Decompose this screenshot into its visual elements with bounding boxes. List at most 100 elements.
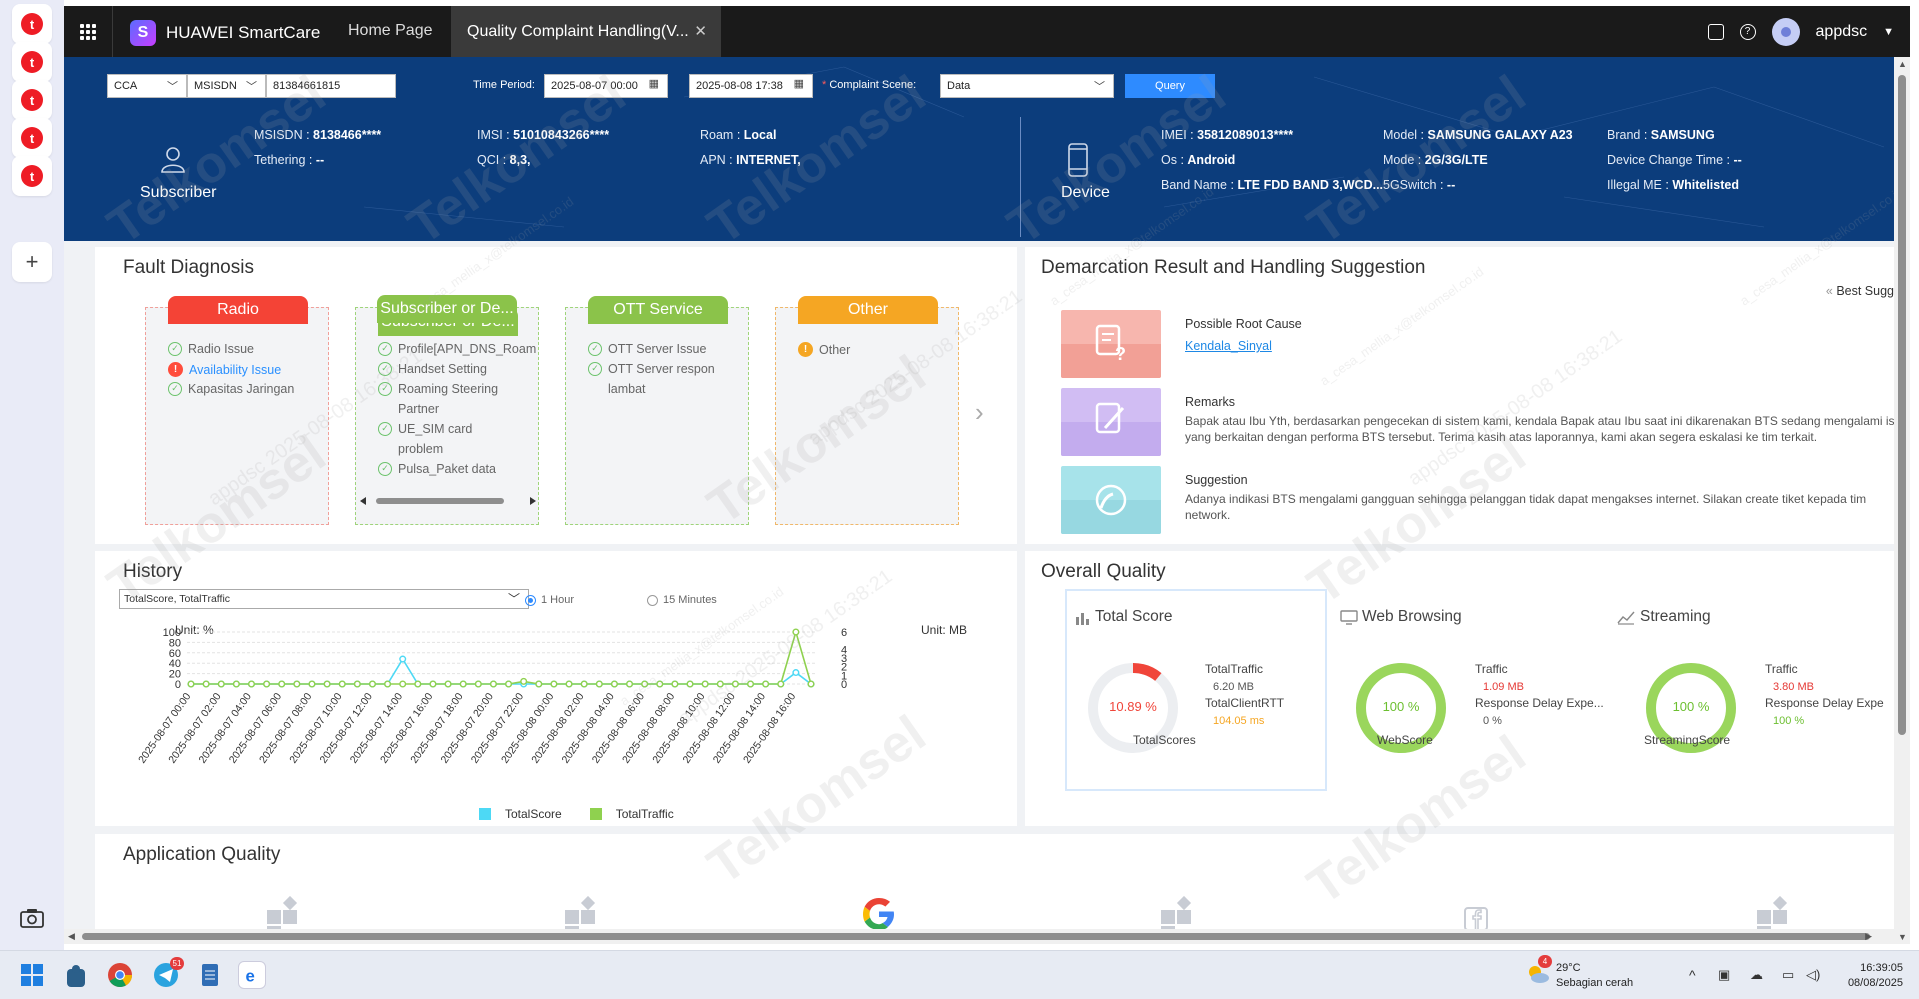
weather-temp: 29°C xyxy=(1556,962,1581,974)
subscriber-or-device-card[interactable]: Subscriber or De... ✓Profile[APN_DNS_Roa… xyxy=(355,307,539,525)
list-item: ✓ Roaming Steering xyxy=(378,382,498,396)
app-tile-icon[interactable] xyxy=(265,896,301,932)
google-icon[interactable] xyxy=(861,896,897,932)
divider xyxy=(1020,117,1021,237)
total-traffic-value: 6.20 MB xyxy=(1213,681,1254,693)
apn-field: APN : INTERNET, xyxy=(700,153,801,167)
telkomsel-app-1[interactable]: t xyxy=(12,4,52,44)
scroll-down-icon[interactable]: ▼ xyxy=(1898,932,1907,942)
card-scrollbar[interactable] xyxy=(360,496,536,506)
user-name[interactable]: appdsc xyxy=(1816,23,1868,41)
data-point-TotalTraffic xyxy=(505,680,513,688)
band-name-field: Band Name : LTE FDD BAND 3,WCD... xyxy=(1161,178,1384,192)
time-period-label: Time Period: xyxy=(473,79,535,91)
camera-icon[interactable] xyxy=(20,908,44,928)
time-from-picker[interactable]: 2025-08-07 00:00 ▦ xyxy=(544,74,668,98)
check-icon: ✓ xyxy=(378,382,392,396)
bar-chart-icon xyxy=(1076,613,1089,625)
tab-home-page[interactable]: Home Page xyxy=(348,22,433,40)
subscriber-header: * CCA﹀ MSISDN﹀ 81384661815 Time Period: … xyxy=(64,57,1894,241)
scope-select[interactable]: CCA ﹀ xyxy=(107,74,187,98)
chevron-down-icon[interactable]: ▼ xyxy=(1883,26,1894,38)
id-type-select[interactable]: MSISDN ﹀ xyxy=(187,74,266,98)
time-to-picker[interactable]: 2025-08-08 17:38 ▦ xyxy=(689,74,813,98)
tray-app-icon[interactable]: ▣ xyxy=(1718,967,1730,983)
history-panel: History TotalScore, TotalTraffic ﹀ 1 Hour… xyxy=(95,551,1017,826)
app-tile-icon[interactable] xyxy=(1159,896,1195,932)
avatar[interactable] xyxy=(1771,18,1800,46)
taskbar: 51 e 4 29°C Sebagian cerah ^ ▣ ☁ ▭ ◁) 16… xyxy=(0,950,1919,999)
y-tick-label-right: 6 xyxy=(841,627,847,639)
illegal-me-field: Illegal ME : Whitelisted xyxy=(1607,178,1739,192)
add-app-button[interactable]: + xyxy=(12,242,52,282)
data-point-TotalTraffic xyxy=(323,680,331,688)
speaker-icon[interactable]: ◁) xyxy=(1806,967,1820,983)
application-quality-title: Application Quality xyxy=(123,844,281,865)
list-item-continuation: problem xyxy=(398,442,444,456)
app-tile-icon[interactable] xyxy=(1755,896,1791,932)
overall-quality-title: Overall Quality xyxy=(1041,561,1166,582)
close-icon[interactable]: ✕ xyxy=(694,22,707,40)
telkomsel-app-4[interactable]: t xyxy=(12,118,52,158)
windows-start-icon[interactable] xyxy=(18,961,46,989)
telkomsel-app-2[interactable]: t xyxy=(12,42,52,82)
device-change-time-field: Device Change Time : -- xyxy=(1607,153,1742,167)
ott-service-card[interactable]: OTT Service ✓ OTT Server Issue ✓ OTT Serve… xyxy=(565,296,749,525)
calendar-icon[interactable]: ▦ xyxy=(794,77,804,90)
app-grid-button[interactable] xyxy=(64,6,112,57)
scope-value: CCA xyxy=(114,80,138,92)
other-card[interactable]: Other ! Other xyxy=(775,296,959,525)
alert-icon: ! xyxy=(798,342,813,357)
app-tile-icon[interactable] xyxy=(563,896,599,932)
data-point-TotalTraffic xyxy=(716,680,724,688)
clock-time: 16:39:05 xyxy=(1860,962,1903,974)
ie-browser-icon[interactable]: e xyxy=(238,961,266,989)
data-point-TotalTraffic xyxy=(247,680,255,688)
availability-issue-link[interactable]: ! Availability Issue xyxy=(168,362,281,377)
tab-quality-complaint[interactable]: Quality Complaint Handling(V... ✕ xyxy=(451,6,721,57)
application-quality-panel: Application Quality xyxy=(95,834,1894,932)
msisdn-input[interactable]: 81384661815 xyxy=(266,74,396,98)
legend-swatch xyxy=(479,808,491,820)
calendar-icon[interactable]: ▦ xyxy=(649,77,659,90)
monitor-icon xyxy=(1340,610,1358,625)
notepad-icon[interactable] xyxy=(196,961,224,989)
help-icon[interactable]: ? xyxy=(1739,24,1756,40)
chevron-up-icon[interactable]: ^ xyxy=(1689,967,1696,983)
network-icon[interactable]: ▭ xyxy=(1782,967,1794,983)
mail-icon[interactable] xyxy=(1707,24,1724,40)
root-cause-link[interactable]: Kendala_Sinyal xyxy=(1185,339,1272,353)
query-button[interactable]: Query xyxy=(1125,74,1215,98)
check-icon: ✓ xyxy=(168,342,182,356)
system-clock[interactable]: 16:39:05 08/08/2025 xyxy=(1848,961,1903,991)
telkomsel-icon: t xyxy=(21,51,43,73)
double-chevron-left-icon: « xyxy=(1825,284,1833,298)
vertical-scrollbar[interactable]: ▲ ▼ xyxy=(1894,57,1910,944)
scroll-thumb[interactable] xyxy=(1898,75,1906,735)
data-point-TotalTraffic xyxy=(202,680,210,688)
best-suggestion-toggle[interactable]: « Best Sugg xyxy=(1826,284,1894,298)
chrome-icon[interactable] xyxy=(106,961,134,989)
chevron-right-icon[interactable]: › xyxy=(975,397,984,428)
scroll-thumb[interactable] xyxy=(82,933,1870,940)
horizontal-scrollbar[interactable]: ◀ ▶ xyxy=(64,929,1894,944)
telkomsel-app-3[interactable]: t xyxy=(12,80,52,120)
weather-widget[interactable]: 29°C Sebagian cerah xyxy=(1556,961,1633,991)
radio-card[interactable]: Radio ✓ Radio Issue ! Availability Issue ✓… xyxy=(145,296,329,525)
remarks-label: Remarks xyxy=(1185,395,1236,409)
app-icon[interactable] xyxy=(62,961,90,989)
data-point-TotalTraffic xyxy=(610,680,618,688)
facebook-icon[interactable] xyxy=(1457,896,1493,932)
scroll-up-icon[interactable]: ▲ xyxy=(1898,59,1907,69)
scroll-left-icon[interactable]: ◀ xyxy=(68,931,75,942)
telkomsel-app-5[interactable]: t xyxy=(12,156,52,196)
tray-sync-icon[interactable]: ☁ xyxy=(1750,967,1763,983)
ott-tag: OTT Service xyxy=(588,296,728,324)
complaint-scene-select[interactable]: Data ﹀ xyxy=(940,74,1114,98)
x-tick-label: 2025-08-07 00:00 xyxy=(136,691,193,766)
legend-item[interactable]: TotalScore xyxy=(479,807,562,821)
scroll-right-icon[interactable]: ▶ xyxy=(1865,931,1872,942)
alert-icon: ! xyxy=(168,362,183,377)
data-point-TotalTraffic xyxy=(747,680,755,688)
legend-item[interactable]: TotalTraffic xyxy=(589,807,674,821)
